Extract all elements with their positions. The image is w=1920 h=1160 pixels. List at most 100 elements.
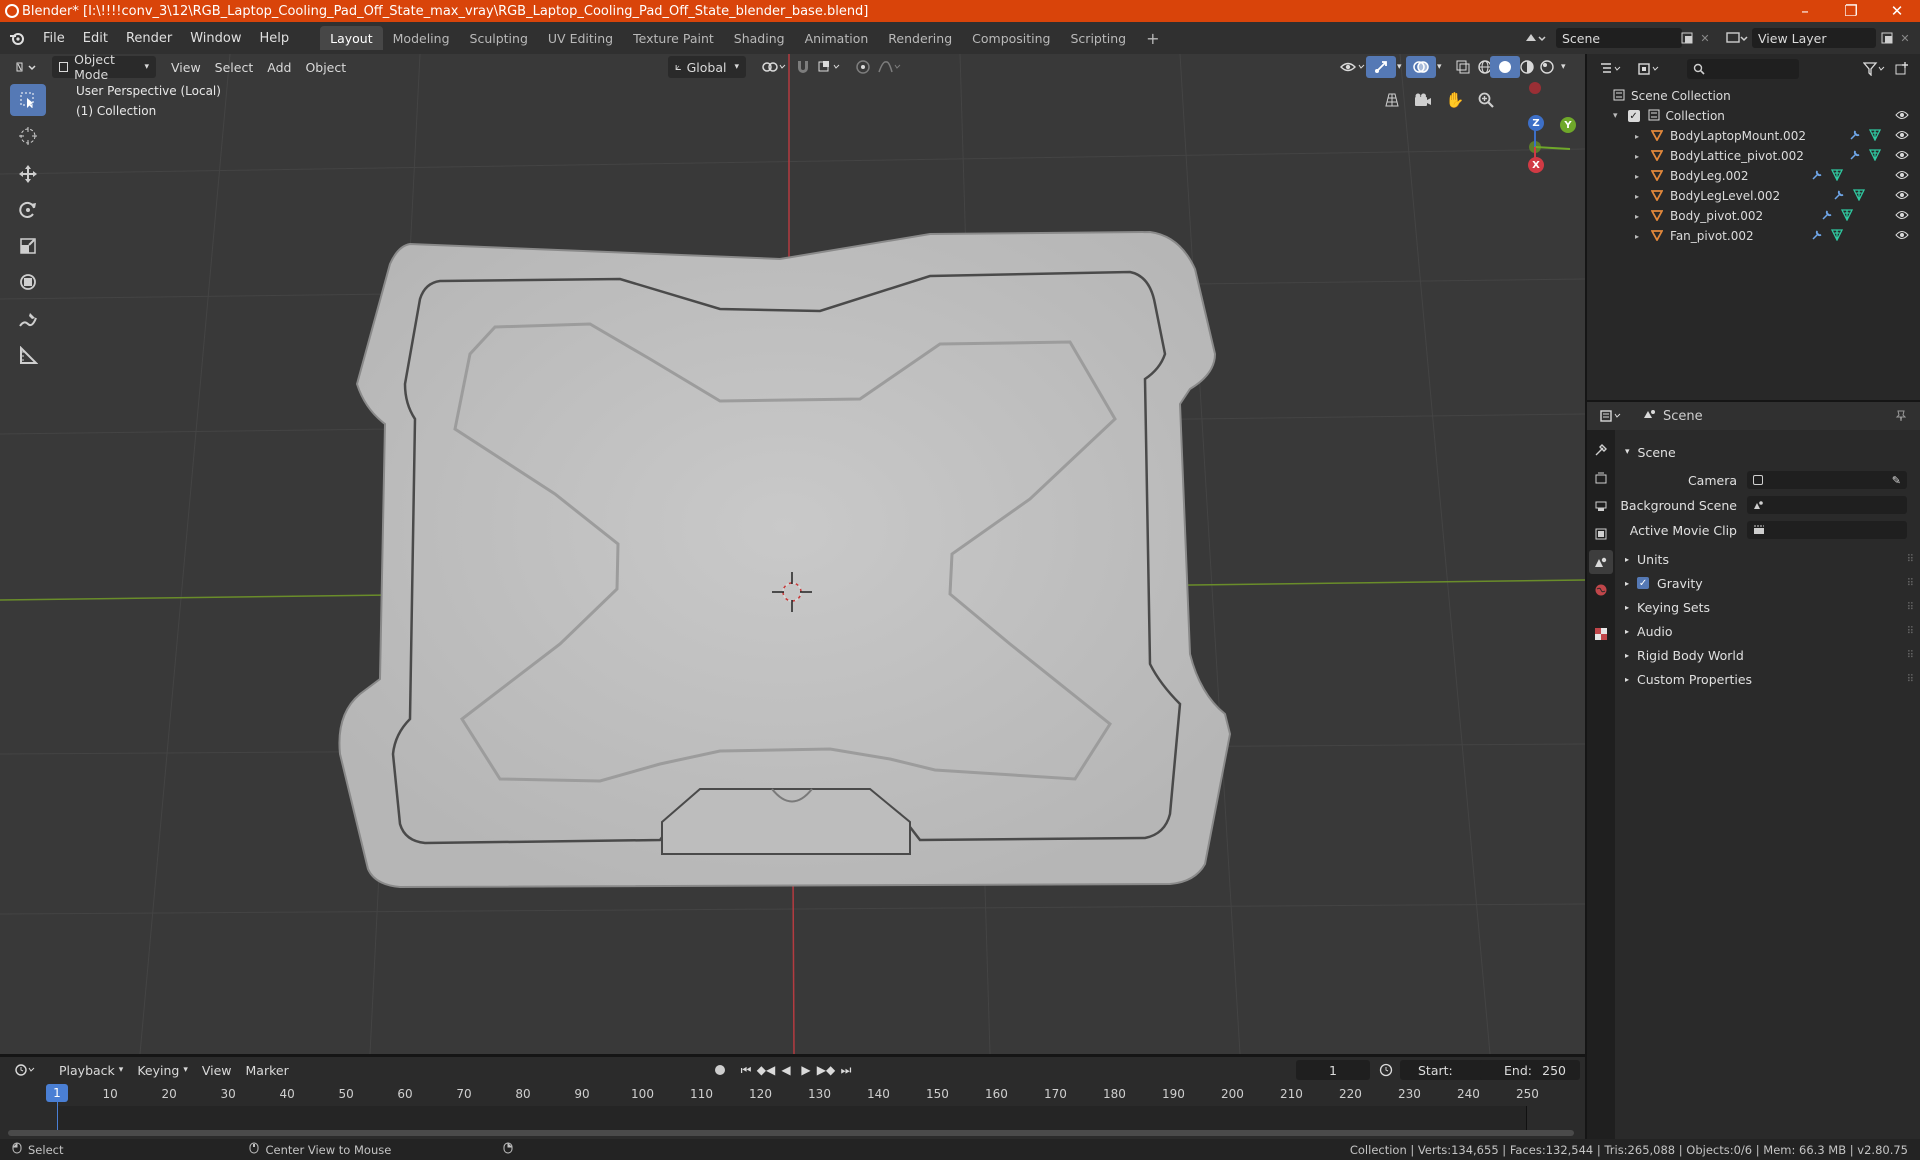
outliner-object-row[interactable]: ▸ BodyLattice_pivot.002 — [1587, 146, 1920, 166]
render-tab-icon[interactable] — [1591, 468, 1611, 488]
modifier-wrench-icon[interactable] — [1833, 189, 1845, 204]
tab-texture-paint[interactable]: Texture Paint — [623, 26, 724, 50]
eye-icon[interactable] — [1895, 169, 1909, 183]
editor-type-icon[interactable] — [8, 56, 44, 78]
mesh-data-icon[interactable] — [1830, 168, 1844, 184]
new-view-layer-icon[interactable] — [1878, 28, 1896, 48]
camera-view-icon[interactable] — [1411, 88, 1435, 112]
output-tab-icon[interactable] — [1591, 496, 1611, 516]
view-layer-field[interactable]: View Layer — [1752, 28, 1876, 48]
outliner-object-row[interactable]: ▸ BodyLeg.002 — [1587, 166, 1920, 186]
cursor-tool-icon[interactable] — [10, 120, 46, 152]
scene-collection-row[interactable]: Scene Collection — [1587, 86, 1920, 106]
modifier-wrench-icon[interactable] — [1849, 149, 1861, 164]
menu-edit[interactable]: Edit — [74, 22, 117, 54]
new-scene-icon[interactable] — [1678, 28, 1696, 48]
tab-shading[interactable]: Shading — [724, 26, 795, 50]
expand-arrow-icon[interactable]: ▾ — [1613, 111, 1618, 121]
drag-handle-icon[interactable]: ⠿ — [1907, 626, 1914, 637]
outliner-object-row[interactable]: ▸ BodyLaptopMount.002 — [1587, 126, 1920, 146]
overlays-options-icon[interactable]: ▾ — [1430, 56, 1449, 78]
tab-scripting[interactable]: Scripting — [1061, 26, 1137, 50]
texture-tab-icon[interactable] — [1591, 624, 1611, 644]
eye-icon[interactable] — [1895, 109, 1909, 123]
delete-view-layer-icon[interactable]: ✕ — [1898, 28, 1912, 48]
minimize-button[interactable]: – — [1782, 0, 1828, 22]
menu-render[interactable]: Render — [117, 22, 181, 54]
playhead-frame-badge[interactable]: 1 — [46, 1084, 68, 1102]
scene-field[interactable]: Scene — [1556, 28, 1682, 48]
select-box-tool-icon[interactable] — [10, 84, 46, 116]
expand-arrow-icon[interactable]: ▸ — [1635, 172, 1639, 181]
blender-menu-icon[interactable] — [0, 22, 34, 54]
properties-editor-type-icon[interactable] — [1599, 406, 1629, 426]
tab-compositing[interactable]: Compositing — [962, 26, 1060, 50]
drag-handle-icon[interactable]: ⠿ — [1907, 674, 1914, 685]
annotate-tool-icon[interactable] — [10, 304, 46, 336]
add-workspace-button[interactable]: + — [1136, 26, 1169, 50]
movie-clip-field[interactable] — [1747, 521, 1907, 539]
modifier-wrench-icon[interactable] — [1811, 169, 1823, 184]
mode-dropdown[interactable]: Object Mode ▾ — [52, 52, 156, 82]
outliner-object-row[interactable]: ▸ Body_pivot.002 — [1587, 206, 1920, 226]
scene-section-header[interactable]: ▾ Scene — [1615, 440, 1920, 464]
view-layer-tab-icon[interactable] — [1591, 524, 1611, 544]
panel-header[interactable]: ▸ ✓ Gravity ⠿ — [1615, 571, 1920, 595]
panel-header[interactable]: ▸ Custom Properties ⠿ — [1615, 667, 1920, 691]
panel-header[interactable]: ▸ Rigid Body World ⠿ — [1615, 643, 1920, 667]
eye-icon[interactable] — [1895, 209, 1909, 223]
expand-arrow-icon[interactable]: ▸ — [1635, 152, 1639, 161]
gizmo-x-axis-icon[interactable]: X — [1528, 157, 1544, 173]
menu-help[interactable]: Help — [251, 22, 299, 54]
filter-icon[interactable] — [1863, 59, 1889, 79]
menu-file[interactable]: File — [34, 22, 74, 54]
shading-options-icon[interactable]: ▾ — [1554, 56, 1573, 78]
eye-icon[interactable] — [1895, 129, 1909, 143]
eye-icon[interactable] — [1895, 149, 1909, 163]
tab-modeling[interactable]: Modeling — [383, 26, 460, 50]
scene-tab-icon[interactable] — [1589, 550, 1613, 574]
modifier-wrench-icon[interactable] — [1821, 209, 1833, 224]
mesh-data-icon[interactable] — [1840, 208, 1854, 224]
transform-orientation-dropdown[interactable]: ⟀ Global ▾ — [668, 56, 746, 78]
drag-handle-icon[interactable]: ⠿ — [1907, 650, 1914, 661]
expand-arrow-icon[interactable]: ▸ — [1635, 132, 1639, 141]
tab-rendering[interactable]: Rendering — [878, 26, 962, 50]
drag-handle-icon[interactable]: ⠿ — [1907, 602, 1914, 613]
mesh-data-icon[interactable] — [1868, 148, 1882, 164]
snap-target-icon[interactable] — [810, 56, 850, 78]
eye-icon[interactable] — [1895, 189, 1909, 203]
scale-tool-icon[interactable] — [10, 230, 46, 262]
mesh-data-icon[interactable] — [1830, 228, 1844, 244]
modifier-wrench-icon[interactable] — [1849, 129, 1861, 144]
collection-row[interactable]: ▾ ✓ Collection — [1587, 106, 1920, 126]
gravity-checkbox[interactable]: ✓ — [1637, 577, 1650, 589]
expand-arrow-icon[interactable]: ▸ — [1635, 232, 1639, 241]
gizmo-z-axis-icon[interactable]: Z — [1528, 115, 1544, 131]
expand-arrow-icon[interactable]: ▸ — [1635, 212, 1639, 221]
outliner-search-input[interactable] — [1687, 59, 1799, 79]
tab-layout[interactable]: Layout — [320, 26, 383, 50]
expand-arrow-icon[interactable]: ▸ — [1635, 192, 1639, 201]
ortho-toggle-icon[interactable] — [1380, 88, 1404, 112]
menu-select[interactable]: Select — [208, 56, 261, 78]
3d-viewport[interactable]: User Perspective (Local) (1) Collection … — [0, 54, 1585, 1054]
outliner-object-row[interactable]: ▸ BodyLegLevel.002 — [1587, 186, 1920, 206]
tab-animation[interactable]: Animation — [795, 26, 879, 50]
panel-header[interactable]: ▸ Units ⠿ — [1615, 547, 1920, 571]
scene-selector-icon[interactable] — [1524, 28, 1554, 48]
camera-field[interactable]: ✎ — [1747, 471, 1907, 489]
outliner-editor-type-icon[interactable] — [1599, 59, 1629, 79]
collection-checkbox[interactable]: ✓ — [1627, 110, 1640, 122]
menu-object[interactable]: Object — [298, 56, 353, 78]
world-tab-icon[interactable] — [1591, 580, 1611, 600]
outliner-object-row[interactable]: ▸ Fan_pivot.002 — [1587, 226, 1920, 246]
close-button[interactable]: ✕ — [1874, 0, 1920, 22]
mesh-data-icon[interactable] — [1868, 128, 1882, 144]
tool-tab-icon[interactable] — [1591, 440, 1611, 460]
menu-view[interactable]: View — [164, 56, 208, 78]
rotate-tool-icon[interactable] — [10, 194, 46, 226]
eyedropper-icon[interactable]: ✎ — [1892, 474, 1901, 487]
panel-header[interactable]: ▸ Audio ⠿ — [1615, 619, 1920, 643]
move-tool-icon[interactable] — [10, 158, 46, 190]
